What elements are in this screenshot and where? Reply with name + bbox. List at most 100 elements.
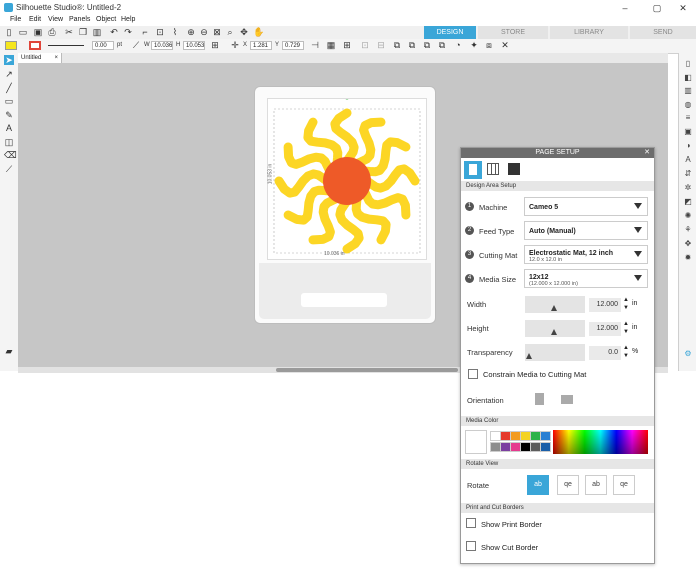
- eraser-tool-icon[interactable]: ⌫: [4, 150, 17, 160]
- page-setup-tab[interactable]: [464, 161, 482, 179]
- ungroup-icon[interactable]: ⊞: [342, 40, 352, 50]
- clear-icon[interactable]: ✕: [500, 40, 510, 50]
- grid-tab-icon[interactable]: [487, 163, 499, 175]
- lock-aspect-icon[interactable]: ⊞: [210, 40, 220, 50]
- transparency-value[interactable]: 0.0: [589, 346, 621, 360]
- subtract-icon[interactable]: ⧉: [407, 40, 417, 50]
- document-tab-close-icon[interactable]: ×: [54, 53, 58, 63]
- panel-close-icon[interactable]: ✕: [644, 148, 650, 158]
- zoom-select-icon[interactable]: ⌕: [225, 27, 235, 37]
- rotate-180-button[interactable]: ab: [585, 475, 607, 495]
- text-style-icon[interactable]: A: [683, 155, 693, 165]
- color-swatch[interactable]: [530, 442, 541, 452]
- menu-panels[interactable]: Panels: [69, 16, 90, 23]
- print-icon[interactable]: ⎙: [47, 27, 57, 37]
- minimize-button[interactable]: –: [612, 2, 638, 14]
- document-tab-untitled[interactable]: Untitled ×: [18, 53, 62, 63]
- line-style-icon[interactable]: ≡: [683, 113, 693, 123]
- width-slider[interactable]: [525, 296, 585, 313]
- select-tool-icon[interactable]: ➤: [4, 55, 14, 65]
- slider-knob[interactable]: [551, 305, 557, 311]
- height-field[interactable]: 10.053: [183, 41, 205, 50]
- new-file-icon[interactable]: ▯: [4, 27, 14, 37]
- star-icon[interactable]: ✦: [469, 40, 479, 50]
- transparency-stepper[interactable]: ▲ ▼: [623, 344, 629, 360]
- tab-design[interactable]: DESIGN: [424, 26, 476, 39]
- tab-store[interactable]: STORE: [478, 26, 548, 39]
- color-swatch[interactable]: [490, 431, 501, 441]
- rhinestone-icon[interactable]: ◔: [453, 40, 463, 50]
- position-icon[interactable]: ✛: [230, 40, 240, 50]
- transparency-icon[interactable]: ◑: [683, 141, 693, 151]
- menu-view[interactable]: View: [48, 16, 63, 23]
- intersect-icon[interactable]: ⧉: [422, 40, 432, 50]
- menu-object[interactable]: Object: [96, 16, 116, 23]
- trace-icon-2[interactable]: ⚘: [683, 225, 693, 235]
- trace-panel-icon[interactable]: ▣: [683, 127, 693, 137]
- offset-icon[interactable]: ✺: [683, 211, 693, 221]
- media-size-dropdown[interactable]: 12x12 (12.000 x 12.000 in): [524, 269, 648, 288]
- width-value[interactable]: 12.000: [589, 298, 621, 312]
- page-setup-icon[interactable]: ▯: [683, 59, 693, 69]
- color-swatch[interactable]: [500, 442, 511, 452]
- zoom-fit-icon[interactable]: ⊠: [212, 27, 222, 37]
- color-swatch[interactable]: [540, 442, 551, 452]
- cut-icon[interactable]: ✂: [64, 27, 74, 37]
- rectangle-tool-icon[interactable]: ▭: [4, 96, 14, 106]
- rotate-90-button[interactable]: qe: [557, 475, 579, 495]
- show-print-border-checkbox[interactable]: [466, 518, 476, 528]
- delete-icon[interactable]: ▥: [92, 27, 102, 37]
- line-width-field[interactable]: 0.00: [92, 41, 114, 50]
- line-tool-icon[interactable]: ╱: [4, 83, 14, 93]
- color-swatch[interactable]: [510, 442, 521, 452]
- menu-file[interactable]: File: [10, 16, 21, 23]
- feed-type-dropdown[interactable]: Auto (Manual): [524, 221, 648, 240]
- align-icon[interactable]: ⊣: [310, 40, 320, 50]
- undo-icon[interactable]: ↶: [109, 27, 119, 37]
- fill-tool-icon[interactable]: ◫: [4, 137, 14, 147]
- pencil-tool-icon[interactable]: ✎: [4, 110, 14, 120]
- gradient-icon[interactable]: ▥: [683, 86, 693, 96]
- tab-send[interactable]: SEND: [630, 26, 696, 39]
- width-stepper[interactable]: ▲ ▼: [623, 296, 629, 312]
- menu-help[interactable]: Help: [121, 16, 135, 23]
- color-spectrum-picker[interactable]: [553, 430, 648, 454]
- color-swatch[interactable]: [510, 431, 521, 441]
- duplicate-icon[interactable]: ⧈: [484, 40, 494, 50]
- height-slider[interactable]: [525, 320, 585, 337]
- slider-knob[interactable]: [551, 329, 557, 335]
- color-swatch[interactable]: [500, 431, 511, 441]
- scroll-thumb[interactable]: [276, 368, 458, 372]
- group-icon[interactable]: ▦: [326, 40, 336, 50]
- color-swatch[interactable]: [520, 442, 531, 452]
- library-folder-icon[interactable]: ▰: [3, 346, 15, 356]
- knife-icon[interactable]: ⌇: [170, 27, 180, 37]
- redo-icon[interactable]: ↷: [123, 27, 133, 37]
- rhinestone-panel-icon[interactable]: ✥: [683, 239, 693, 249]
- transform-icon[interactable]: ⇵: [683, 169, 693, 179]
- zoom-out-icon[interactable]: ⊖: [199, 27, 209, 37]
- registration-tab-icon[interactable]: [508, 163, 520, 175]
- transparency-slider[interactable]: [525, 344, 585, 361]
- rotate-270-button[interactable]: qe: [613, 475, 635, 495]
- line-color-swatch[interactable]: [29, 41, 41, 50]
- rotate-handle[interactable]: [345, 99, 350, 100]
- tab-library[interactable]: LIBRARY: [550, 26, 628, 39]
- fill-panel-icon[interactable]: ◧: [683, 73, 693, 83]
- line-style-sample[interactable]: [48, 45, 84, 46]
- knife-tool-icon[interactable]: ⟋: [4, 164, 14, 174]
- y-field[interactable]: 0.729: [282, 41, 304, 50]
- layers-icon[interactable]: ✹: [683, 253, 693, 263]
- current-media-color[interactable]: [465, 430, 487, 454]
- point-edit-icon[interactable]: ↗: [4, 69, 14, 79]
- menu-edit[interactable]: Edit: [29, 16, 41, 23]
- copy-icon[interactable]: ❐: [78, 27, 88, 37]
- width-field[interactable]: 10.036: [151, 41, 173, 50]
- height-value[interactable]: 12.000: [589, 322, 621, 336]
- release-compound-icon[interactable]: ⊟: [376, 40, 386, 50]
- diagonal-line-icon[interactable]: ⟋: [131, 40, 141, 50]
- color-swatch[interactable]: [540, 431, 551, 441]
- close-window-button[interactable]: ✕: [670, 2, 696, 14]
- save-icon[interactable]: ▣: [33, 27, 43, 37]
- x-field[interactable]: 1.281: [250, 41, 272, 50]
